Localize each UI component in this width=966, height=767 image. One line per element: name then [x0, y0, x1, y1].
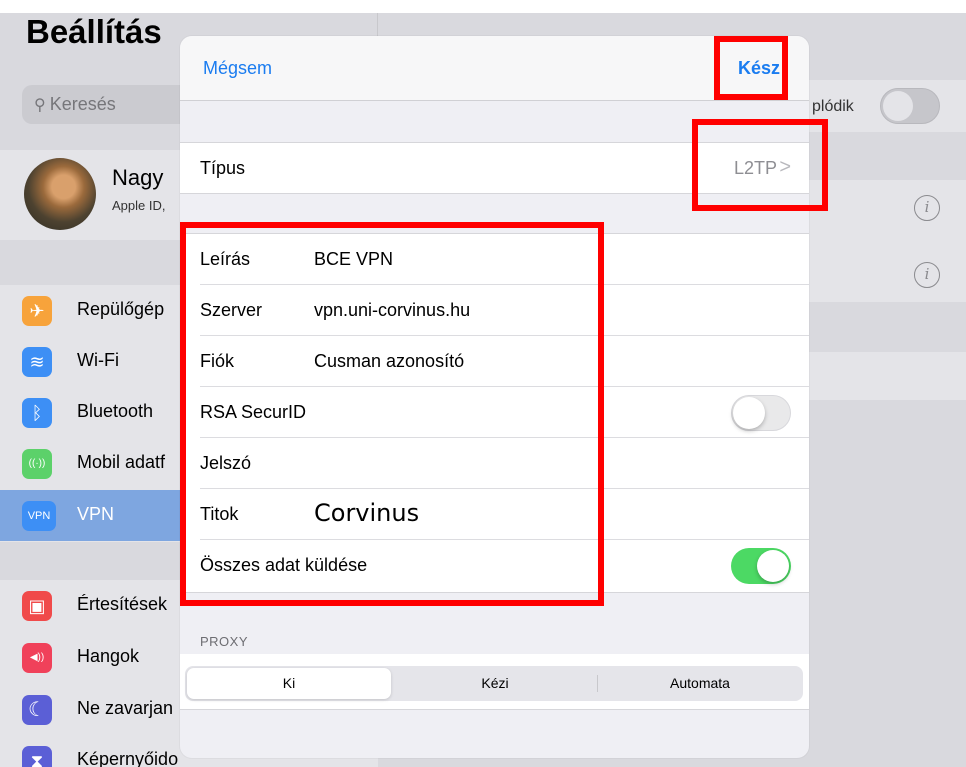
- toggle-knob: [733, 397, 765, 429]
- profile-name: Nagy: [112, 165, 164, 190]
- avatar: [24, 158, 96, 230]
- info-icon[interactable]: i: [914, 262, 940, 288]
- rsa-securid-toggle[interactable]: [731, 395, 791, 431]
- sidebar-item-label: Ne zavarjan: [77, 698, 174, 718]
- notifications-icon: ▣: [22, 591, 52, 621]
- hourglass-icon: ⧗: [22, 746, 52, 767]
- sidebar-item-label: Képernyőido: [77, 749, 179, 767]
- sidebar-item-label: Hangok: [77, 646, 140, 666]
- proxy-segmented-control: Ki Kézi Automata: [185, 666, 803, 701]
- sounds-icon: ◀)): [22, 643, 52, 673]
- vpn-icon: VPN: [22, 501, 56, 531]
- search-placeholder: Keresés: [49, 94, 116, 114]
- sidebar-item-label: Repülőgép: [77, 299, 165, 319]
- vpn-status-toggle[interactable]: [880, 88, 940, 124]
- proxy-option-auto[interactable]: Automata: [598, 666, 802, 701]
- type-label: Típus: [200, 158, 246, 178]
- highlight-vpn-fields: [180, 222, 604, 606]
- sidebar-item-label: Bluetooth: [77, 401, 154, 421]
- wifi-icon: ≋: [22, 347, 52, 377]
- info-icon[interactable]: i: [914, 195, 940, 221]
- sidebar-item-label: VPN: [77, 504, 115, 524]
- proxy-section-header: PROXY: [200, 634, 249, 649]
- proxy-option-manual[interactable]: Kézi: [393, 666, 597, 701]
- sidebar-item-label: Wi-Fi: [77, 350, 119, 370]
- sidebar-title: Beállítás: [26, 13, 162, 50]
- send-all-traffic-toggle[interactable]: [731, 548, 791, 584]
- bluetooth-icon: ᛒ: [22, 398, 52, 428]
- sidebar-item-label: Mobil adatf: [77, 452, 166, 472]
- highlight-type-value: [692, 119, 828, 211]
- cellular-icon: ((·)): [22, 449, 52, 479]
- status-bar-area: [0, 0, 966, 13]
- status-label: plódik: [812, 98, 854, 115]
- moon-icon: ☾: [22, 695, 52, 725]
- search-icon: ⚲: [34, 97, 46, 114]
- highlight-done-button: [714, 36, 788, 100]
- proxy-option-off[interactable]: Ki: [187, 668, 391, 699]
- toggle-knob: [757, 550, 789, 582]
- airplane-icon: ✈: [22, 296, 52, 326]
- cancel-button[interactable]: Mégsem: [203, 58, 272, 79]
- sidebar-item-label: Értesítések: [77, 594, 168, 614]
- profile-subtitle: Apple ID,: [112, 198, 166, 213]
